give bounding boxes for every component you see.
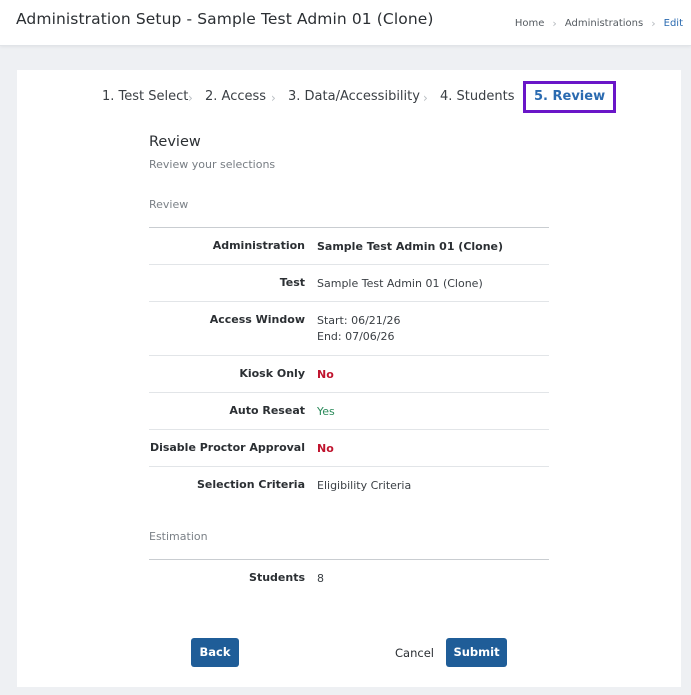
table-row: Auto Reseat Yes — [149, 393, 549, 430]
row-value: Sample Test Admin 01 (Clone) — [317, 240, 504, 253]
step-access[interactable]: 2. Access — [205, 88, 266, 106]
chevron-right-icon: › — [552, 17, 557, 30]
table-row: Kiosk Only No — [149, 356, 549, 393]
chevron-right-icon: › — [271, 91, 276, 105]
row-label: Kiosk Only — [239, 367, 305, 380]
breadcrumb-administrations[interactable]: Administrations — [565, 18, 643, 29]
back-button[interactable]: Back — [191, 638, 239, 667]
breadcrumb-home[interactable]: Home — [515, 18, 545, 29]
row-value: Sample Test Admin 01 (Clone) — [317, 277, 483, 290]
submit-button[interactable]: Submit — [446, 638, 507, 667]
top-bar: Administration Setup - Sample Test Admin… — [0, 0, 691, 46]
access-window-start: Start: 06/21/26 — [317, 314, 401, 327]
row-label: Access Window — [209, 313, 305, 326]
table-row: Disable Proctor Approval No — [149, 430, 549, 467]
row-label: Auto Reseat — [229, 404, 305, 417]
wizard-steps: 1. Test Select › 2. Access › 3. Data/Acc… — [17, 81, 681, 113]
table-row: Access Window Start: 06/21/26 End: 07/06… — [149, 302, 549, 356]
review-heading: Review — [149, 134, 201, 150]
table-row: Test Sample Test Admin 01 (Clone) — [149, 265, 549, 302]
row-value: Start: 06/21/26 End: 07/06/26 — [317, 313, 400, 345]
step-data-accessibility[interactable]: 3. Data/Accessibility — [288, 88, 420, 106]
table-row: Selection Criteria Eligibility Criteria — [149, 467, 549, 504]
estimation-table: Students 8 — [149, 559, 549, 597]
row-label: Test — [279, 276, 305, 289]
step-test-select[interactable]: 1. Test Select — [102, 88, 188, 106]
cancel-button[interactable]: Cancel — [395, 646, 434, 660]
chevron-right-icon: › — [651, 17, 656, 30]
table-row: Administration Sample Test Admin 01 (Clo… — [149, 228, 549, 265]
chevron-right-icon: › — [188, 91, 193, 105]
chevron-right-icon: › — [423, 91, 428, 105]
review-section-label: Review — [149, 198, 189, 211]
row-label: Students — [249, 571, 305, 584]
row-label: Administration — [212, 239, 305, 252]
review-table: Administration Sample Test Admin 01 (Clo… — [149, 227, 549, 504]
breadcrumb: Home › Administrations › Edit — [515, 17, 683, 30]
breadcrumb-edit: Edit — [663, 18, 683, 29]
row-value: Eligibility Criteria — [317, 479, 412, 492]
step-students[interactable]: 4. Students — [440, 88, 514, 106]
row-label: Selection Criteria — [197, 478, 305, 491]
review-subheading: Review your selections — [149, 158, 276, 171]
row-value: 8 — [317, 572, 324, 585]
table-row: Students 8 — [149, 560, 549, 597]
step-review[interactable]: 5. Review — [523, 81, 617, 113]
review-card: 1. Test Select › 2. Access › 3. Data/Acc… — [17, 70, 681, 687]
row-value: Yes — [317, 405, 335, 418]
row-value: No — [317, 368, 334, 381]
estimation-section-label: Estimation — [149, 530, 208, 543]
access-window-end: End: 07/06/26 — [317, 330, 395, 343]
row-label: Disable Proctor Approval — [149, 441, 305, 454]
row-value: No — [317, 442, 334, 455]
page-title: Administration Setup - Sample Test Admin… — [16, 10, 434, 28]
